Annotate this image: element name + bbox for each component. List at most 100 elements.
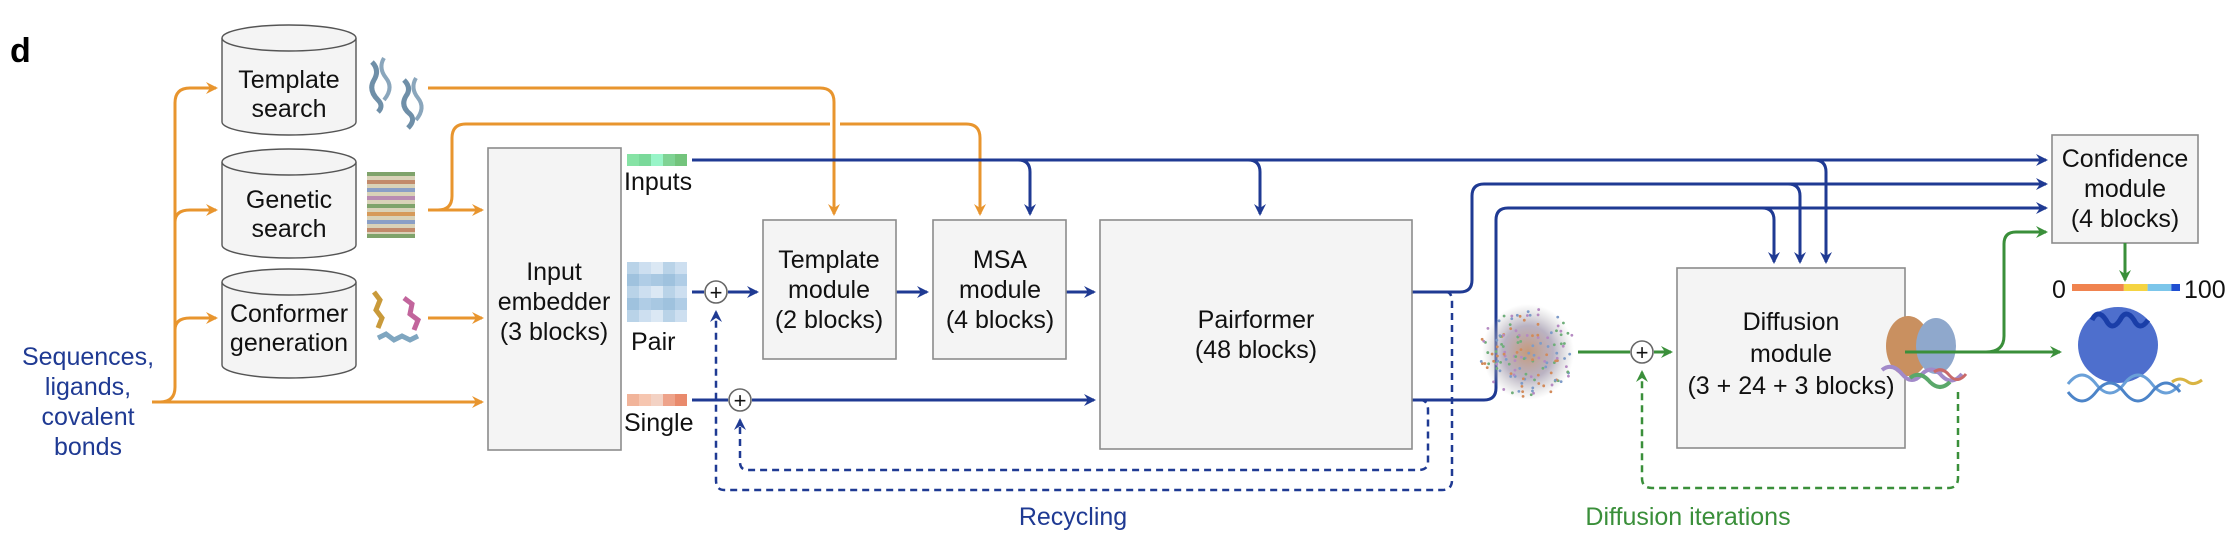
noise-atom xyxy=(1520,381,1524,385)
module-label: Pairformer xyxy=(1198,306,1315,334)
module-label: (4 blocks) xyxy=(2071,205,2179,233)
noise-atom xyxy=(1549,390,1553,394)
heatmap-cell xyxy=(639,298,651,310)
noise-atom xyxy=(1536,333,1540,337)
arrow-single-out-to-diffusion xyxy=(1761,206,1780,264)
database-conformer-generation: Conformer generation xyxy=(221,268,357,379)
noise-atom xyxy=(1509,375,1513,378)
arrow-inputs-to-pairformer xyxy=(1247,158,1266,216)
heatmap-cell xyxy=(663,298,675,310)
noise-atom xyxy=(1556,315,1560,319)
database-label: Template xyxy=(238,66,339,94)
noise-atom xyxy=(1502,388,1506,391)
noise-atom xyxy=(1492,359,1496,363)
heatmap-cell xyxy=(627,310,639,322)
heatmap-cell xyxy=(663,310,675,322)
noise-atom xyxy=(1531,386,1535,390)
module-label: (3 + 24 + 3 blocks) xyxy=(1687,372,1894,400)
module-label: (48 blocks) xyxy=(1195,336,1317,364)
noise-atom xyxy=(1536,313,1540,317)
module-label: module xyxy=(1750,340,1832,368)
msa-module-box: MSA module (4 blocks) xyxy=(932,219,1067,360)
confidence-color-segment xyxy=(2072,284,2124,291)
noise-atom xyxy=(1549,331,1553,335)
confidence-color-segment xyxy=(2171,284,2180,291)
heatmap-cell xyxy=(651,262,663,274)
noise-atom xyxy=(1498,369,1502,373)
database-label: Genetic xyxy=(246,186,332,214)
noise-atom xyxy=(1529,375,1533,379)
module-label: Diffusion xyxy=(1743,308,1840,336)
arrow-to-genetic-search xyxy=(173,204,218,223)
noise-atom xyxy=(1536,373,1540,377)
single-representation: Single xyxy=(624,394,694,437)
noise-atom xyxy=(1487,362,1491,366)
noise-atom xyxy=(1495,345,1499,349)
heatmap-cell xyxy=(663,262,675,274)
noise-atom xyxy=(1499,360,1503,364)
noise-atom xyxy=(1525,314,1529,317)
noise-atom xyxy=(1544,365,1548,369)
single-color-bar xyxy=(627,394,687,406)
noise-atom xyxy=(1483,362,1487,365)
inputs-representation: Inputs xyxy=(624,154,692,196)
scale-max-label: 100 xyxy=(2184,276,2226,304)
noise-atom xyxy=(1494,350,1498,353)
noise-atom xyxy=(1521,390,1525,394)
noise-atom xyxy=(1515,350,1519,354)
noise-atom xyxy=(1529,393,1533,397)
noise-atom xyxy=(1486,351,1490,354)
heatmap-cell xyxy=(675,274,687,286)
noise-atom xyxy=(1533,378,1536,382)
noise-atom xyxy=(1546,345,1550,348)
inputs-text-line: bonds xyxy=(54,433,122,461)
noise-atom xyxy=(1513,359,1517,362)
diffusion-module-box: Diffusion module (3 + 24 + 3 blocks) xyxy=(1676,267,1906,449)
noise-atom xyxy=(1521,394,1525,398)
heatmap-cell xyxy=(627,274,639,286)
noise-atom xyxy=(1531,344,1535,348)
noise-atom xyxy=(1546,336,1550,340)
recycling-label: Recycling xyxy=(1019,503,1127,531)
arrow-to-conformer xyxy=(173,312,218,331)
database-genetic-search: Genetic search xyxy=(221,148,357,259)
module-label: MSA xyxy=(973,246,1028,274)
pair-add-node: + xyxy=(704,280,728,305)
confidence-color-segment xyxy=(2147,284,2172,291)
noise-cloud-icon xyxy=(1479,304,1574,400)
noise-atom xyxy=(1531,358,1534,362)
noise-atom xyxy=(1549,371,1553,375)
noise-atom xyxy=(1509,327,1513,331)
module-label: module xyxy=(788,276,870,304)
module-label: Input xyxy=(526,258,582,286)
noise-atom xyxy=(1519,340,1523,343)
noise-atom xyxy=(1510,317,1514,321)
noise-atom xyxy=(1552,343,1556,347)
database-label: search xyxy=(251,95,326,123)
noise-atom xyxy=(1495,338,1499,342)
noise-atom xyxy=(1501,345,1505,348)
noise-atom xyxy=(1518,314,1522,318)
heatmap-cell xyxy=(627,262,639,274)
database-label: Conformer xyxy=(230,300,348,328)
final-structure-icon xyxy=(2066,307,2203,403)
noise-atom xyxy=(1510,314,1514,318)
module-label: (2 blocks) xyxy=(775,306,883,334)
database-label: generation xyxy=(230,329,348,357)
noise-atom xyxy=(1516,341,1520,344)
heatmap-cell xyxy=(675,262,687,274)
noise-atom xyxy=(1550,383,1554,387)
noise-atom xyxy=(1555,356,1559,360)
noise-atom xyxy=(1507,362,1511,366)
module-label: (3 blocks) xyxy=(500,318,608,346)
arrow-to-template-search xyxy=(152,82,218,404)
noise-atom xyxy=(1555,351,1559,355)
noise-atom xyxy=(1502,314,1506,318)
noise-atom xyxy=(1521,377,1525,381)
arrow-diffusion-to-confidence xyxy=(1985,226,2048,354)
plus-icon: + xyxy=(1636,340,1649,365)
noise-atom xyxy=(1517,389,1521,393)
inputs-text-line: ligands, xyxy=(45,373,131,401)
heatmap-cell xyxy=(639,286,651,298)
heatmap-cell xyxy=(639,310,651,322)
